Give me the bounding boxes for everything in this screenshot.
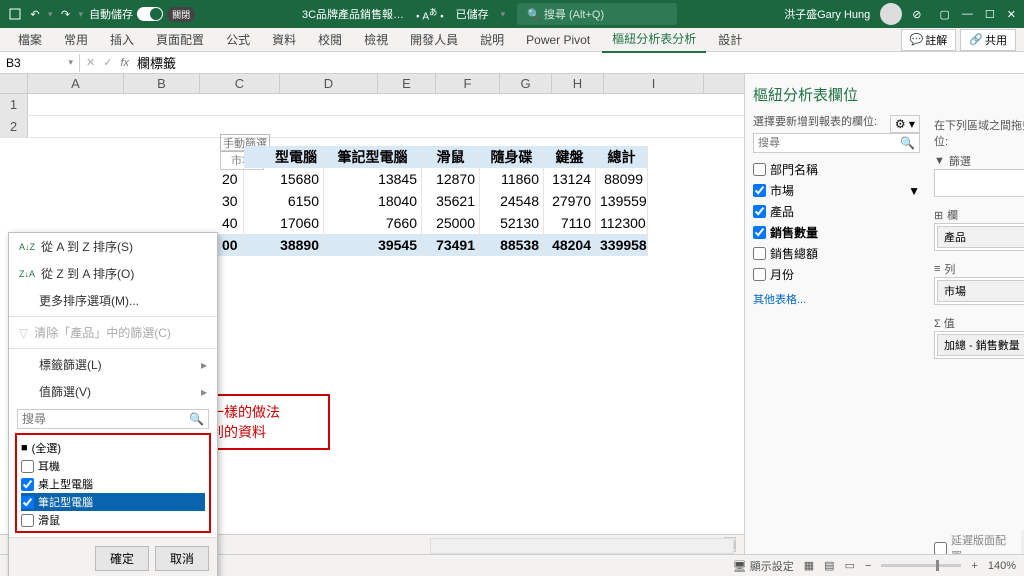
redo-icon[interactable]: ↷	[59, 7, 73, 21]
row-header[interactable]: 1	[0, 94, 28, 115]
field-item[interactable]: 銷售總額	[753, 243, 920, 264]
zoom-level[interactable]: 140%	[988, 560, 1016, 572]
field-item[interactable]: 月份	[753, 264, 920, 285]
field-item[interactable]: 產品	[753, 201, 920, 222]
col-header[interactable]: B	[124, 74, 200, 93]
notification-icon[interactable]: ⊘	[912, 8, 921, 21]
col-header[interactable]: E	[378, 74, 436, 93]
filter-item[interactable]: 桌上型電腦	[21, 475, 205, 493]
fieldpane-title: 樞紐分析表欄位	[753, 84, 858, 105]
tab-pivot-analyze[interactable]: 樞紐分析表分析	[602, 26, 706, 53]
tab-review[interactable]: 校閱	[308, 27, 352, 52]
view-normal-icon[interactable]: ▦	[804, 559, 814, 572]
user-name[interactable]: 洪子盛Gary Hung	[784, 6, 870, 22]
save-icon[interactable]	[8, 7, 22, 21]
cancel-formula-icon[interactable]: ✕	[86, 56, 95, 69]
label-filter[interactable]: 標籤篩選(L)▸	[9, 351, 217, 378]
tab-insert[interactable]: 插入	[100, 27, 144, 52]
autosave-label: 自動儲存	[89, 6, 133, 22]
col-header[interactable]: A	[28, 74, 124, 93]
tab-file[interactable]: 檔案	[8, 27, 52, 52]
tab-developer[interactable]: 開發人員	[400, 27, 468, 52]
pivot-data: 20 15680 13845 12870 11860 13124 88099 3…	[218, 168, 648, 256]
col-header[interactable]: F	[436, 74, 500, 93]
autosave-toggle[interactable]	[137, 7, 163, 21]
tab-powerpivot[interactable]: Power Pivot	[516, 29, 600, 51]
value-filter[interactable]: 值篩選(V)▸	[9, 378, 217, 405]
ribbon-tabs: 檔案 常用 插入 頁面配置 公式 資料 校閱 檢視 開發人員 說明 Power …	[0, 28, 1024, 52]
avatar[interactable]	[880, 3, 902, 25]
tab-help[interactable]: 說明	[470, 27, 514, 52]
close-icon[interactable]: ✕	[1007, 8, 1016, 21]
filter-icon: ▼	[908, 184, 920, 198]
sheet-area: A B C D E F G H I 1 2 手動篩選 市場 型電腦 筆記型電腦 …	[0, 74, 744, 576]
filter-item[interactable]: 耳機	[21, 457, 205, 475]
fx-icon[interactable]: fx	[120, 57, 129, 69]
name-box[interactable]: B3▾	[0, 54, 80, 72]
sort-za[interactable]: Z↓A從 Z 到 A 排序(O)	[9, 260, 217, 287]
view-layout-icon[interactable]: ▤	[824, 559, 834, 572]
defer-checkbox[interactable]	[934, 542, 947, 555]
sort-az[interactable]: A↓Z從 A 到 Z 排序(S)	[9, 233, 217, 260]
search-input[interactable]: 🔍 搜尋 (Alt+Q)	[517, 3, 677, 25]
tab-design[interactable]: 設計	[708, 27, 752, 52]
filter-area[interactable]	[934, 169, 1024, 197]
filter-item[interactable]: 筆記型電腦	[21, 493, 205, 511]
formula-bar: B3▾ ✕ ✓ fx 欄標籤	[0, 52, 1024, 74]
col-header[interactable]: G	[500, 74, 552, 93]
col-header[interactable]: H	[552, 74, 604, 93]
tab-data[interactable]: 資料	[262, 27, 306, 52]
field-item[interactable]: 市場▼	[753, 180, 920, 201]
field-item[interactable]: 銷售數量	[753, 222, 920, 243]
tab-view[interactable]: 檢視	[354, 27, 398, 52]
share-button[interactable]: 🔗 共用	[960, 29, 1016, 51]
pivot-col-headers: 型電腦 筆記型電腦 滑鼠 隨身碟 鍵盤 總計	[244, 146, 648, 168]
other-tables[interactable]: 其他表格...	[753, 291, 920, 307]
select-all-corner[interactable]	[0, 74, 28, 93]
tab-home[interactable]: 常用	[54, 27, 98, 52]
comments-button[interactable]: 💬 註解	[901, 29, 957, 51]
cancel-button[interactable]: 取消	[155, 546, 209, 571]
hscroll[interactable]	[430, 538, 734, 554]
rows-area[interactable]: 市場▾	[934, 277, 1024, 305]
col-header[interactable]: I	[604, 74, 704, 93]
ribbon-mode-icon[interactable]: ▢	[940, 8, 950, 21]
gear-icon[interactable]: ⚙ ▾	[890, 115, 920, 133]
field-item[interactable]: 部門名稱	[753, 159, 920, 180]
filter-item[interactable]: 滑鼠	[21, 511, 205, 529]
minimize-icon[interactable]: —	[962, 8, 973, 21]
zoom-out-icon[interactable]: −	[865, 560, 871, 572]
filter-checklist: ■(全選) 耳機 桌上型電腦 筆記型電腦 滑鼠 隨身碟 鍵盤	[15, 433, 211, 533]
columns-area[interactable]: 產品▾	[934, 223, 1024, 251]
doc-title: 3C品牌產品銷售報…	[302, 6, 404, 22]
filter-item[interactable]: 隨身碟	[21, 529, 205, 533]
maximize-icon[interactable]: ☐	[985, 8, 995, 21]
undo-icon[interactable]: ↶	[28, 7, 42, 21]
titlebar: ↶ ▾ ↷ ▾ 自動儲存 關閉 3C品牌產品銷售報… • Aあ • 已儲存▾ 🔍…	[0, 0, 1024, 28]
display-settings[interactable]: 🖥 顯示設定	[733, 558, 794, 574]
col-header[interactable]: D	[280, 74, 378, 93]
more-sort[interactable]: 更多排序選項(M)...	[9, 287, 217, 314]
tab-formulas[interactable]: 公式	[216, 27, 260, 52]
pivot-field-pane: 樞紐分析表欄位✕ 選擇要新增到報表的欄位: ⚙ ▾ 🔍 部門名稱 市場▼ 產品 …	[744, 74, 1024, 576]
view-pagebreak-icon[interactable]: ▭	[845, 559, 855, 572]
saved-state: 已儲存	[456, 6, 489, 22]
col-header[interactable]: C	[200, 74, 280, 93]
enter-formula-icon[interactable]: ✓	[103, 56, 112, 69]
row-header[interactable]: 2	[0, 116, 28, 137]
filter-menu: A↓Z從 A 到 Z 排序(S) Z↓A從 Z 到 A 排序(O) 更多排序選項…	[8, 232, 218, 576]
zoom-in-icon[interactable]: +	[971, 560, 977, 572]
formula-value[interactable]: 欄標籤	[137, 53, 176, 72]
ok-button[interactable]: 確定	[95, 546, 149, 571]
filter-item[interactable]: ■(全選)	[21, 439, 205, 457]
tab-layout[interactable]: 頁面配置	[146, 27, 214, 52]
values-area[interactable]: 加總 - 銷售數量▾	[934, 331, 1024, 359]
zoom-slider[interactable]	[881, 564, 961, 567]
filter-search[interactable]: 🔍	[17, 409, 209, 429]
field-search[interactable]: 🔍	[753, 133, 920, 153]
clear-filter: ▽清除「產品」中的篩選(C)	[9, 319, 217, 346]
